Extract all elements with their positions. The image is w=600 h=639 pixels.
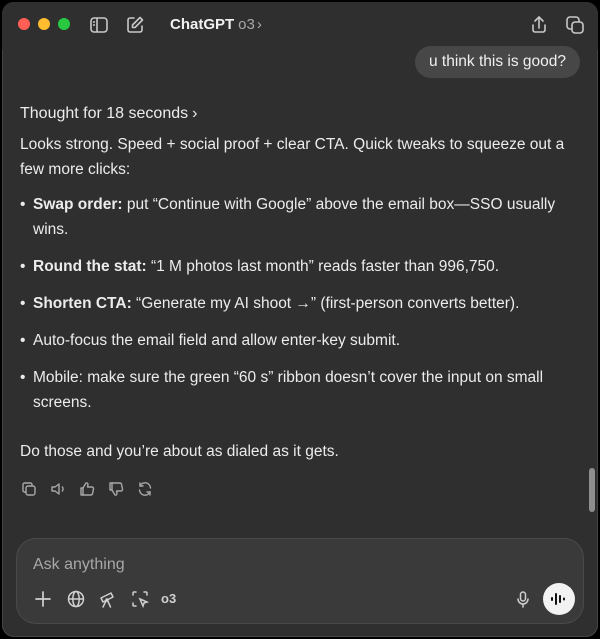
- tip-text: “Generate my AI shoot →” (first-person c…: [131, 295, 520, 312]
- new-chat-icon[interactable]: [124, 14, 146, 36]
- app-name: ChatGPT: [170, 16, 235, 33]
- thought-label: Thought for 18 seconds: [20, 105, 189, 122]
- model-name: o3: [238, 16, 255, 33]
- tip-heading: Swap order:: [33, 196, 123, 213]
- zoom-window-button[interactable]: [58, 18, 70, 30]
- scrollbar-thumb[interactable]: [589, 468, 595, 512]
- answer-closing: Do those and you’re about as dialed as i…: [20, 443, 339, 460]
- screenshot-select-icon[interactable]: [130, 589, 152, 611]
- list-item: Mobile: make sure the green “60 s” ribbo…: [20, 365, 576, 415]
- answer-intro: Looks strong. Speed + social proof + cle…: [20, 136, 565, 178]
- microphone-icon[interactable]: [513, 589, 535, 611]
- globe-icon[interactable]: [66, 589, 88, 611]
- model-selector[interactable]: ChatGPT o3 ›: [170, 16, 262, 33]
- sidebar-toggle-icon[interactable]: [88, 14, 110, 36]
- list-item: Round the stat: “1 M photos last month” …: [20, 254, 576, 279]
- tip-text: Mobile: make sure the green “60 s” ribbo…: [33, 369, 544, 411]
- chevron-right-icon: ›: [192, 105, 198, 122]
- chevron-right-icon: ›: [256, 16, 262, 33]
- thumbs-down-icon[interactable]: [107, 480, 127, 500]
- tip-text: Auto-focus the email field and allow ent…: [33, 332, 401, 349]
- waveform-icon: [551, 593, 565, 605]
- thumbs-up-icon[interactable]: [78, 480, 98, 500]
- prompt-input[interactable]: [31, 553, 495, 577]
- user-message-bubble: u think this is good?: [414, 46, 580, 78]
- model-badge[interactable]: o3: [161, 591, 176, 606]
- voice-mode-button[interactable]: [543, 583, 575, 615]
- composer: o3: [16, 538, 584, 624]
- assistant-message: Looks strong. Speed + social proof + cle…: [20, 132, 576, 464]
- regenerate-icon[interactable]: [136, 480, 156, 500]
- read-aloud-icon[interactable]: [49, 480, 69, 500]
- temporary-chat-icon[interactable]: [564, 14, 586, 36]
- copy-icon[interactable]: [20, 480, 40, 500]
- telescope-icon[interactable]: [98, 589, 120, 611]
- close-window-button[interactable]: [18, 18, 30, 30]
- tips-list: Swap order: put “Continue with Google” a…: [20, 192, 576, 415]
- tip-heading: Shorten CTA:: [33, 295, 132, 312]
- thought-toggle[interactable]: Thought for 18 seconds ›: [20, 105, 197, 123]
- tip-heading: Round the stat:: [33, 258, 147, 275]
- list-item: Swap order: put “Continue with Google” a…: [20, 192, 576, 242]
- list-item: Auto-focus the email field and allow ent…: [20, 328, 576, 353]
- list-item: Shorten CTA: “Generate my AI shoot →” (f…: [20, 291, 576, 316]
- title-bar: ChatGPT o3 ›: [2, 2, 598, 50]
- app-window: ChatGPT o3 › u think this is good? Thought…: [2, 2, 598, 637]
- tip-text: “1 M photos last month” reads faster tha…: [146, 258, 500, 275]
- share-icon[interactable]: [528, 14, 550, 36]
- minimize-window-button[interactable]: [38, 18, 50, 30]
- plus-icon[interactable]: [33, 589, 55, 611]
